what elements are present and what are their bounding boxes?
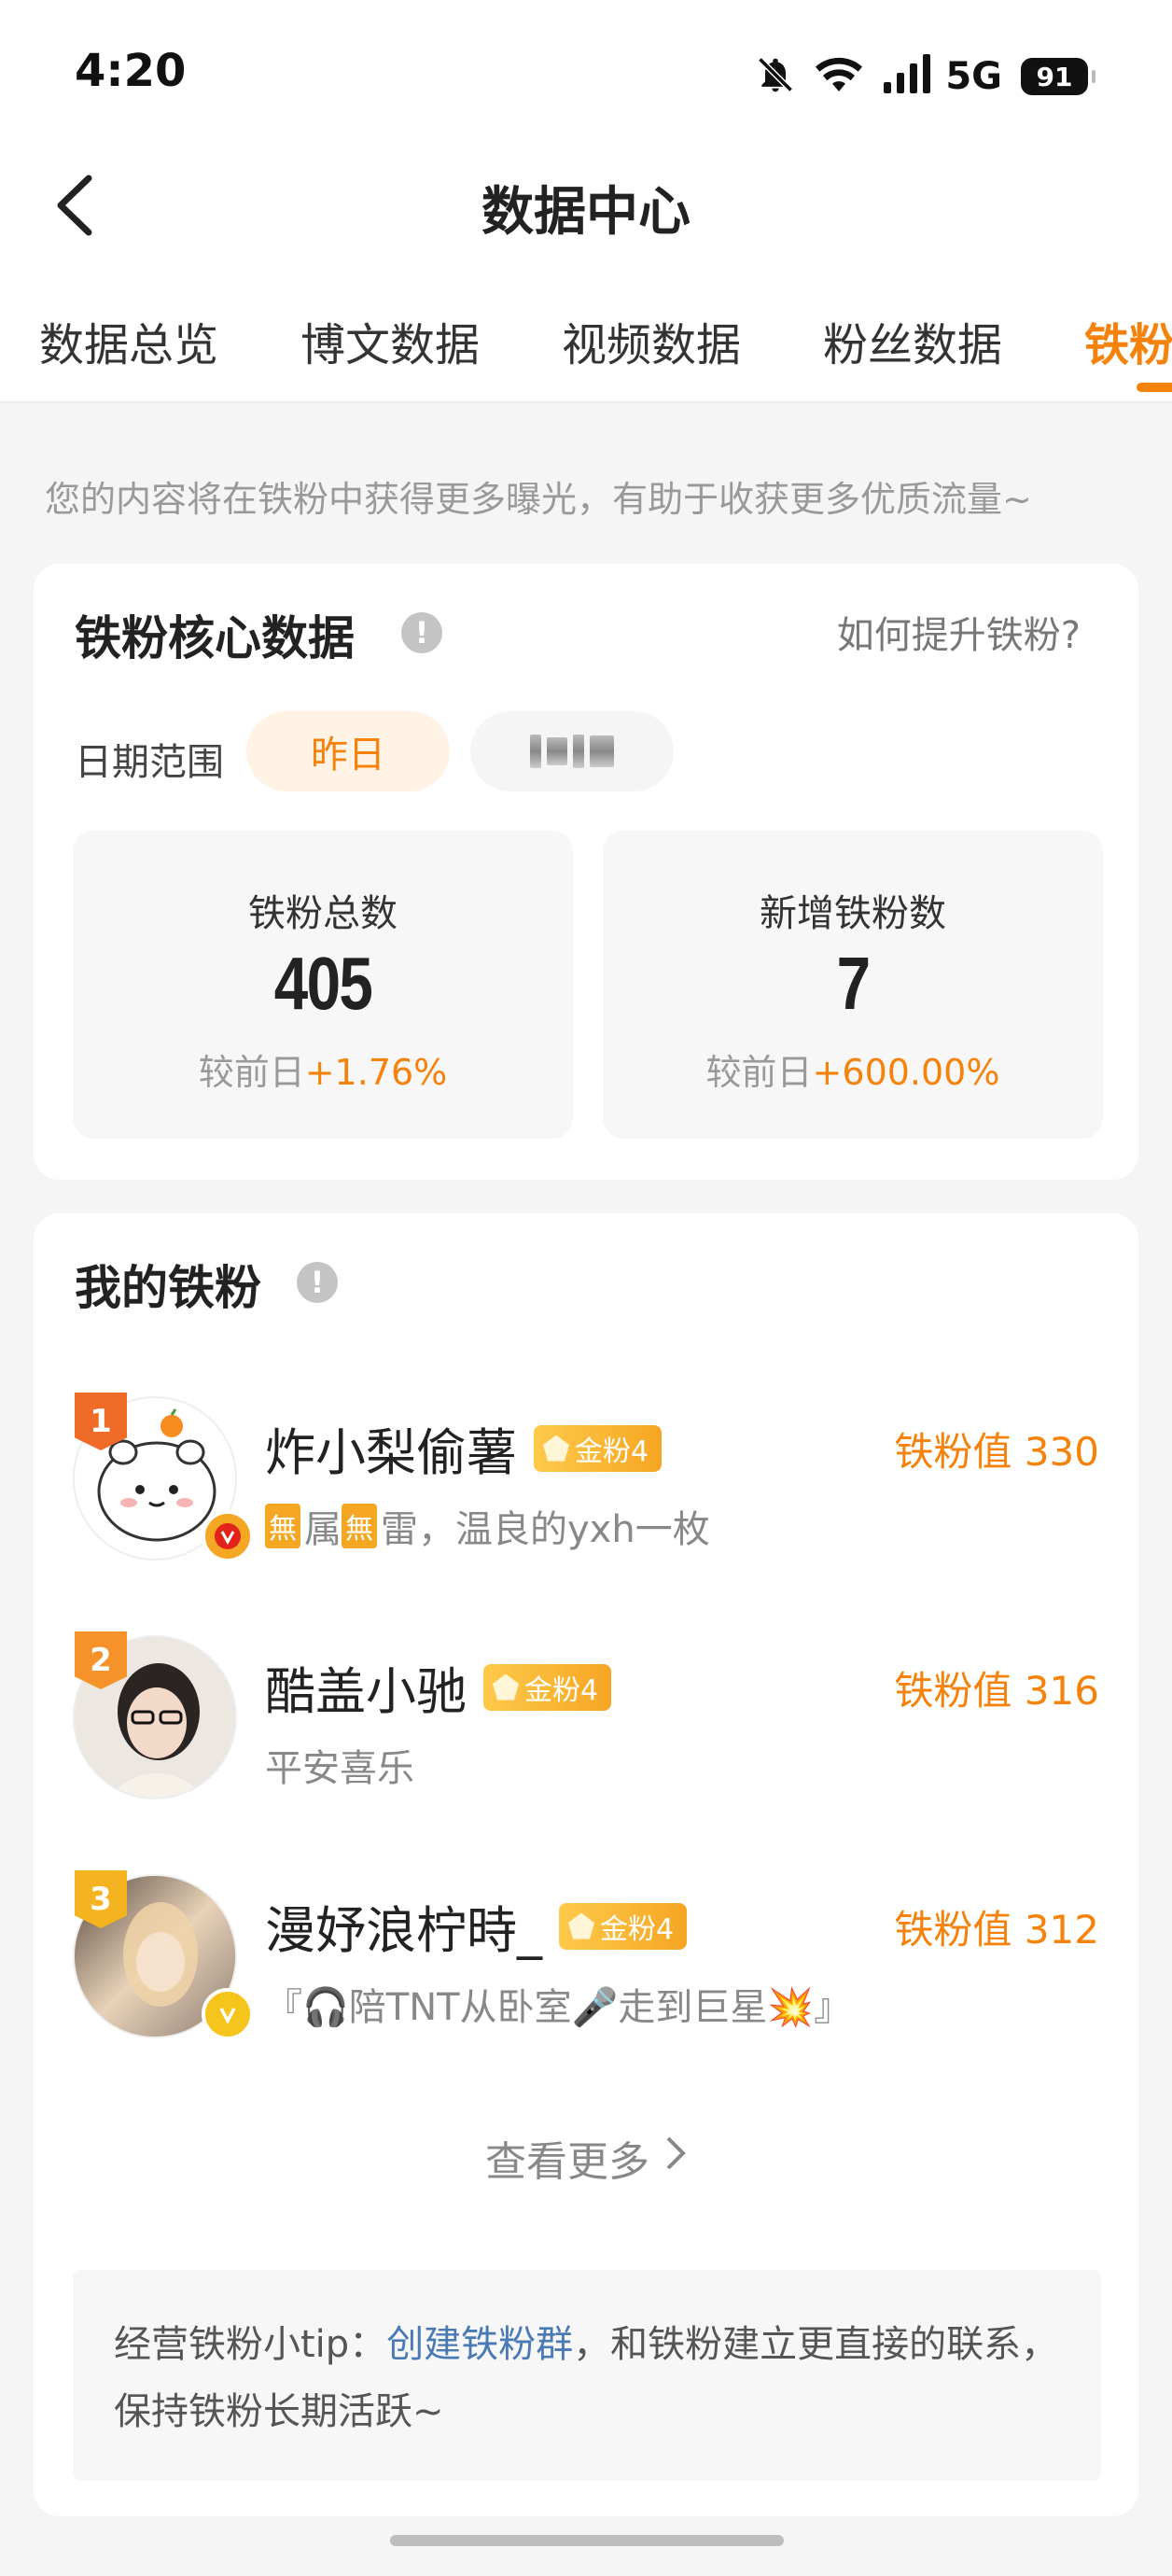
fan-bio: 『🎧陪TNT从卧室🎤走到巨星💥』 (265, 1986, 852, 2029)
hint-text: 您的内容将在铁粉中获得更多曝光，有助于收获更多优质流量~ (45, 479, 1032, 520)
info-icon[interactable]: ! (297, 1262, 338, 1303)
stat-compare: 较前日+1.76% (73, 1043, 573, 1095)
status-bar: 4:20 5G 91 (0, 0, 1172, 149)
fan-list-item[interactable]: 3 漫妤浪柠時_ 金粉4 『🎧陪TNT从卧室🎤走到巨星💥』 铁粉值 312 (34, 1870, 1138, 2042)
level-badge: 金粉4 (534, 1424, 663, 1472)
fan-bio: 無属無雷，温良的yxh一枚 (265, 1499, 710, 1553)
tab-active-indicator (1137, 383, 1172, 392)
stat-value: 405 (273, 942, 373, 1025)
level-badge: 金粉4 (483, 1663, 612, 1711)
tab-fans-data[interactable]: 粉丝数据 (823, 308, 1002, 373)
bio-tag: 無 (265, 1504, 300, 1548)
verified-icon (202, 1510, 254, 1562)
page-title: 数据中心 (481, 182, 691, 243)
info-icon[interactable]: ! (401, 612, 442, 653)
chevron-right-icon (664, 2135, 687, 2182)
level-badge: 金粉4 (559, 1902, 688, 1950)
fan-name: 漫妤浪柠時_ 金粉4 (265, 1889, 688, 1963)
tab-video-data[interactable]: 视频数据 (562, 308, 741, 373)
stat-label: 铁粉总数 (248, 892, 398, 935)
date-option-yesterday[interactable]: 昨日 (246, 711, 450, 791)
tab-bar: 数据总览 博文数据 视频数据 粉丝数据 铁粉 (0, 280, 1172, 403)
gem-icon (568, 1912, 594, 1939)
nav-bar: 数据中心 (0, 149, 1172, 261)
tab-iron-fans[interactable]: 铁粉 (1084, 308, 1172, 373)
bio-text: 属 (304, 1508, 342, 1551)
header-area: 4:20 5G 91 数据中心 数据总览 博文数据 视频数据 粉丝数据 铁粉 (0, 0, 1172, 403)
level-text: 金粉4 (575, 1435, 649, 1468)
change-value: +1.76% (304, 1052, 448, 1093)
stat-value: 7 (836, 942, 871, 1025)
wifi-icon (815, 54, 863, 99)
stat-new-fans: 新增铁粉数 7 较前日+600.00% (603, 831, 1103, 1139)
stat-total-fans: 铁粉总数 405 较前日+1.76% (73, 831, 573, 1139)
my-iron-fans-card: 我的铁粉 ! 1 炸小梨偷薯 金粉4 無 属 無 雷，温良的yxh一枚 铁粉值 … (34, 1213, 1138, 2516)
bio-text: 雷，温良的yxh一枚 (381, 1508, 710, 1551)
fan-value: 铁粉值 330 (894, 1429, 1099, 1475)
change-value: +600.00% (812, 1052, 1000, 1093)
date-range-label: 日期范围 (75, 741, 224, 784)
fan-value: 铁粉值 316 (894, 1668, 1099, 1714)
core-card-title: 铁粉核心数据 (75, 611, 355, 665)
level-text: 金粉4 (600, 1912, 675, 1946)
my-fans-title: 我的铁粉 (75, 1261, 261, 1315)
stat-compare: 较前日+600.00% (603, 1043, 1103, 1095)
fan-name: 酷盖小驰 金粉4 (265, 1650, 612, 1724)
network-label: 5G (945, 55, 1002, 98)
view-more-button[interactable]: 查看更多 (34, 2128, 1138, 2188)
tab-overview[interactable]: 数据总览 (39, 308, 218, 373)
fan-value: 铁粉值 312 (894, 1907, 1099, 1953)
how-to-improve-link[interactable]: 如何提升铁粉? (837, 605, 1081, 659)
bell-muted-icon (755, 54, 796, 99)
gem-icon (493, 1673, 519, 1701)
fan-name-text: 漫妤浪柠時_ (265, 1901, 542, 1960)
fan-list-item[interactable]: 1 炸小梨偷薯 金粉4 無属無雷，温良的yxh一枚 铁粉值 330 (34, 1393, 1138, 1564)
stat-label: 新增铁粉数 (760, 892, 946, 935)
fan-name: 炸小梨偷薯 金粉4 (265, 1411, 663, 1485)
tip-box: 经营铁粉小tip：创建铁粉群，和铁粉建立更直接的联系，保持铁粉长期活跃~ (73, 2270, 1101, 2481)
create-fan-group-link[interactable]: 创建铁粉群 (386, 2323, 573, 2366)
compare-label: 较前日 (705, 1052, 813, 1093)
tab-post-data[interactable]: 博文数据 (300, 308, 480, 373)
signal-icon (882, 54, 931, 99)
date-option-blurred[interactable] (470, 711, 674, 791)
iron-fans-core-card: 铁粉核心数据 ! 如何提升铁粉? 日期范围 昨日 铁粉总数 405 较前日+1.… (34, 564, 1138, 1180)
status-icons: 5G 91 (755, 54, 1095, 99)
fan-name-text: 酷盖小驰 (265, 1662, 467, 1721)
blurred-label (530, 735, 614, 768)
verified-icon (202, 1988, 254, 2040)
battery-icon: 91 (1021, 58, 1095, 95)
fan-name-text: 炸小梨偷薯 (265, 1423, 517, 1482)
compare-label: 较前日 (198, 1052, 305, 1093)
level-text: 金粉4 (524, 1673, 599, 1707)
bio-tag: 無 (342, 1504, 377, 1548)
fan-list-item[interactable]: 2 酷盖小驰 金粉4 平安喜乐 铁粉值 316 (34, 1631, 1138, 1803)
status-time: 4:20 (75, 45, 187, 97)
gem-icon (543, 1435, 569, 1462)
fan-bio: 平安喜乐 (265, 1747, 414, 1790)
view-more-label: 查看更多 (485, 2138, 649, 2186)
home-indicator[interactable] (390, 2535, 784, 2546)
tip-prefix: 经营铁粉小tip： (114, 2323, 387, 2366)
data-center-page: 4:20 5G 91 数据中心 数据总览 博文数据 视频数据 粉丝数据 铁粉 您… (0, 0, 1172, 2576)
